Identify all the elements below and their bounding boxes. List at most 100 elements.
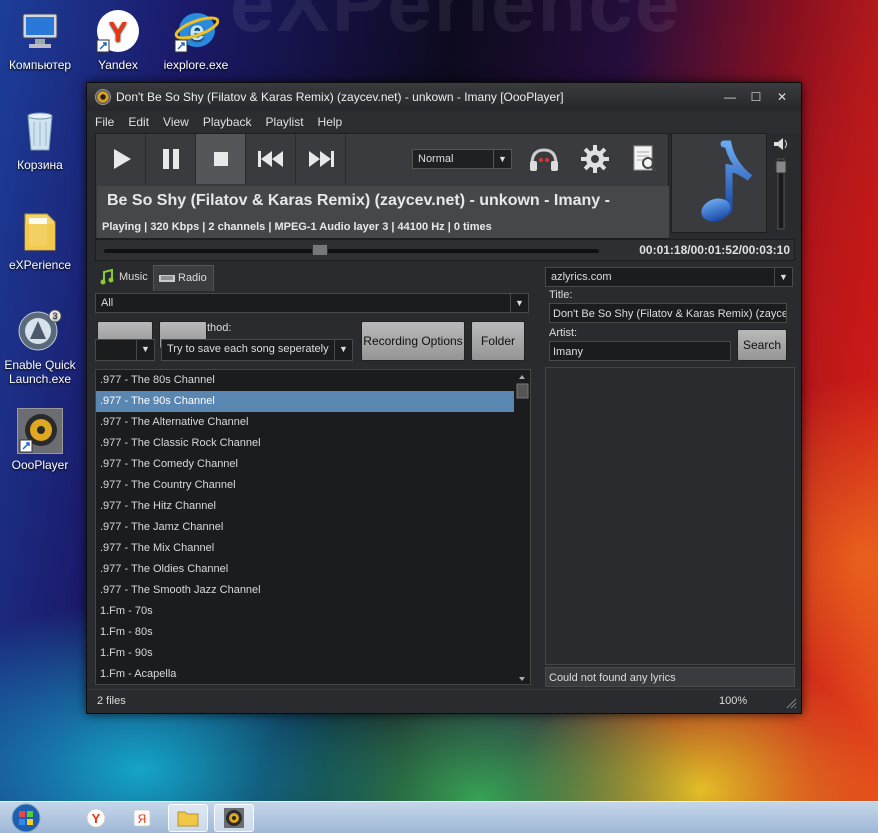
stop-button[interactable]: [196, 134, 246, 184]
desktop-icon-recycle-bin[interactable]: Корзина: [0, 108, 80, 172]
desktop-icon-ie[interactable]: e iexplore.exe: [156, 8, 236, 72]
station-row[interactable]: .977 - The Alternative Channel: [96, 412, 514, 433]
station-row[interactable]: 1.Fm - 80s: [96, 622, 514, 643]
pause-icon: [162, 149, 179, 169]
station-row[interactable]: .977 - The Classic Rock Channel: [96, 433, 514, 454]
desktop-icon-yandex[interactable]: Y Yandex: [78, 8, 158, 72]
menu-view[interactable]: View: [163, 115, 189, 129]
station-row[interactable]: .977 - The Comedy Channel: [96, 454, 514, 475]
resize-grip-icon: [786, 698, 797, 709]
taskbar-yandex-browser[interactable]: Я: [122, 804, 162, 832]
computer-icon: [17, 8, 63, 54]
recording-options-button[interactable]: Recording Options: [361, 321, 465, 361]
lyrics-panel: azlyrics.com ▼ Title: Don't Be So Shy (F…: [545, 263, 795, 687]
seek-rail[interactable]: [104, 249, 599, 253]
desktop-icon-experience-folder[interactable]: eXPerience: [0, 208, 80, 272]
desktop-icon-quick-launch[interactable]: 3 Enable Quick Launch.exe: [0, 308, 80, 386]
recording-method-value: Try to save each song seperately: [167, 343, 329, 355]
desktop-icon-computer[interactable]: Компьютер: [0, 8, 80, 72]
menu-playlist[interactable]: Playlist: [266, 115, 304, 129]
chevron-down-icon: ▼: [334, 340, 352, 360]
oooplayer-icon: [224, 808, 244, 828]
desktop-watermark: eXPerience: [230, 0, 682, 48]
taskbar-yandex[interactable]: Y: [76, 804, 116, 832]
lyrics-status: Could not found any lyrics: [545, 667, 795, 687]
volume-control[interactable]: [771, 135, 791, 233]
yandex-icon: Y: [95, 8, 141, 54]
ie-icon: e: [173, 8, 220, 54]
taskbar-explorer[interactable]: [168, 804, 208, 832]
svg-text:Y: Y: [109, 16, 128, 47]
station-row[interactable]: .977 - The Jamz Channel: [96, 517, 514, 538]
headphones-icon: [530, 148, 558, 171]
station-row[interactable]: 1.Fm - 70s: [96, 601, 514, 622]
station-row[interactable]: .977 - The 80s Channel: [96, 370, 514, 391]
folder-icon: [17, 208, 63, 254]
lyrics-title-field[interactable]: Don't Be So Shy (Filatov & Karas Remix) …: [549, 303, 787, 323]
recycle-bin-icon: [17, 108, 63, 154]
title-bar[interactable]: Don't Be So Shy (Filatov & Karas Remix) …: [87, 83, 801, 111]
menu-help[interactable]: Help: [318, 115, 343, 129]
station-row[interactable]: .977 - The Oldies Channel: [96, 559, 514, 580]
desktop-icon-label: eXPerience: [8, 258, 72, 272]
desktop-icon-label: Корзина: [17, 158, 63, 172]
start-button[interactable]: [6, 803, 46, 833]
library-tabs: Music Radio: [95, 263, 535, 291]
quick-launch-icon: 3: [17, 308, 63, 354]
menu-edit[interactable]: Edit: [128, 115, 149, 129]
taskbar-oooplayer[interactable]: [214, 804, 254, 832]
desktop-icon-label: Enable Quick Launch.exe: [4, 358, 76, 386]
settings-button[interactable]: [580, 144, 610, 177]
minimize-button[interactable]: —: [717, 87, 743, 107]
station-row[interactable]: 1.Fm - 90s: [96, 643, 514, 664]
lyrics-source-value: azlyrics.com: [551, 271, 612, 283]
chevron-down-icon: ▼: [493, 150, 511, 168]
svg-text:Я: Я: [138, 812, 147, 826]
lyrics-text-area[interactable]: [545, 367, 795, 665]
station-rows: .977 - The 80s Channel .977 - The 90s Cha…: [96, 370, 530, 684]
desktop-icon-oooplayer[interactable]: OooPlayer: [0, 408, 80, 472]
list-scrollbar[interactable]: [514, 370, 530, 684]
chevron-down-icon: ▼: [136, 340, 154, 360]
seek-handle[interactable]: [311, 244, 328, 256]
close-button[interactable]: ✕: [769, 87, 795, 107]
tab-radio-label: Radio: [178, 272, 207, 284]
radio-genre-select[interactable]: All ▼: [95, 293, 529, 313]
title-label: Title:: [549, 289, 573, 301]
method-label: thod:: [207, 322, 232, 334]
equalizer-button[interactable]: [528, 146, 560, 175]
menu-file[interactable]: File: [95, 115, 114, 129]
maximize-button[interactable]: ☐: [743, 87, 769, 107]
menu-playback[interactable]: Playback: [203, 115, 252, 129]
quality-select[interactable]: ▼: [95, 339, 155, 361]
pause-button[interactable]: [146, 134, 196, 184]
next-button[interactable]: [296, 134, 346, 184]
windows-start-icon: [11, 803, 41, 833]
taskbar: Y Я: [0, 801, 878, 833]
folder-button[interactable]: Folder: [471, 321, 525, 361]
tab-music[interactable]: Music: [95, 265, 154, 291]
lyrics-artist-field[interactable]: Imany: [549, 341, 731, 361]
library-panel: Music Radio All ▼ thod: ▼ Try to save ea…: [95, 263, 535, 687]
recording-method-select[interactable]: Try to save each song seperately ▼: [161, 339, 353, 361]
station-row[interactable]: .977 - The Country Channel: [96, 475, 514, 496]
lyrics-search-button[interactable]: Search: [737, 329, 787, 361]
station-row[interactable]: 1.Fm - Acapella: [96, 664, 514, 684]
playback-mode-select[interactable]: Normal ▼: [412, 149, 512, 169]
play-button[interactable]: [96, 134, 146, 184]
station-row[interactable]: .977 - The Smooth Jazz Channel: [96, 580, 514, 601]
music-note-icon: [701, 140, 753, 222]
lyrics-source-select[interactable]: azlyrics.com ▼: [545, 267, 793, 287]
lyrics-search-button[interactable]: [630, 144, 658, 177]
play-icon: [113, 149, 131, 169]
speaker-icon: [774, 138, 783, 150]
previous-button[interactable]: [246, 134, 296, 184]
station-row[interactable]: .977 - The 90s Channel: [96, 391, 514, 412]
tab-radio[interactable]: Radio: [153, 265, 214, 291]
chevron-down-icon: ▼: [510, 294, 528, 312]
seek-bar[interactable]: 00:01:18/00:01:52/00:03:10: [95, 239, 795, 261]
oooplayer-icon: [17, 408, 63, 454]
station-row[interactable]: .977 - The Hitz Channel: [96, 496, 514, 517]
station-row[interactable]: .977 - The Mix Channel: [96, 538, 514, 559]
desktop-icon-label: iexplore.exe: [163, 58, 229, 72]
